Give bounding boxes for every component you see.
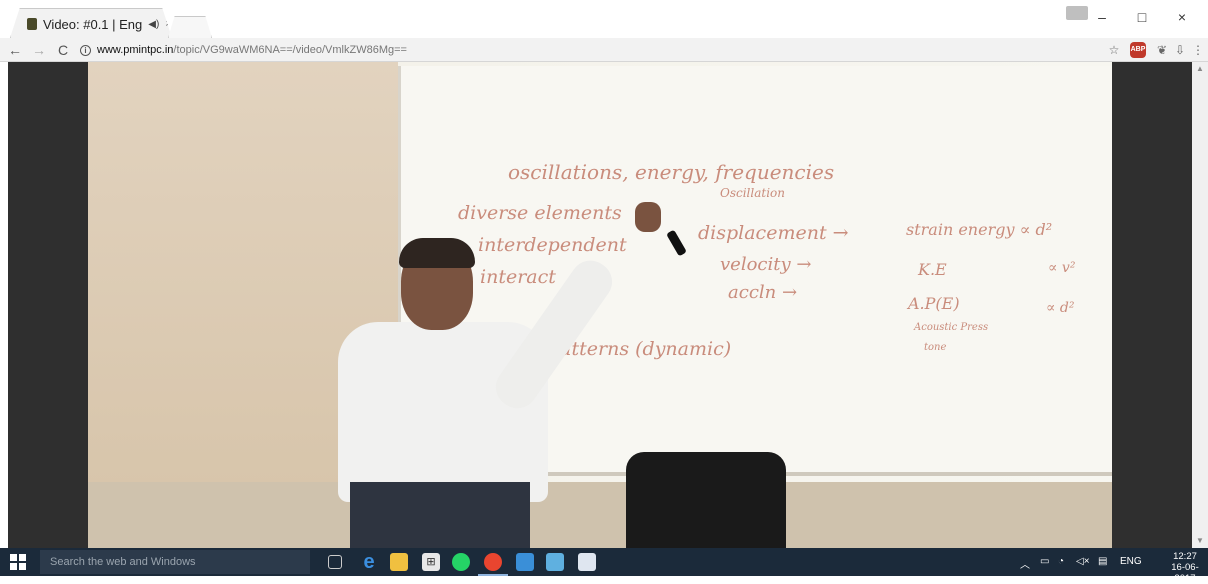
taskbar-search[interactable]: Search the web and Windows (40, 550, 310, 574)
file-explorer-icon[interactable] (390, 553, 408, 571)
wb-mid3: accln → (728, 282, 798, 303)
wb-line1: oscillations, energy, frequencies (508, 160, 835, 184)
url-host: www.pmintpc.in (97, 44, 174, 56)
new-tab-button[interactable] (168, 16, 212, 38)
mail-icon[interactable] (516, 553, 534, 571)
wb-right2: K.E (918, 260, 947, 279)
presenter-trousers (350, 482, 530, 548)
url-path: /topic/VG9waWM6NA==/video/VmlkZW86Mg== (173, 44, 407, 56)
download-extension-icon[interactable]: ⇩ (1172, 42, 1188, 58)
info-icon[interactable]: i (80, 44, 91, 56)
wifi-icon[interactable]: ◔ (1058, 556, 1064, 567)
whatsapp-icon[interactable] (452, 553, 470, 571)
wb-mid1: displacement → (698, 222, 849, 244)
url-bar[interactable]: i www.pmintpc.in/topic/VG9waWM6NA==/vide… (80, 41, 1100, 59)
wb-right2b: ∝ v² (1048, 260, 1076, 276)
adblock-icon[interactable]: ABP (1130, 42, 1146, 58)
volume-icon[interactable]: ◁× (1076, 556, 1090, 567)
windows-start-icon[interactable] (10, 554, 26, 570)
tab-close-icon[interactable]: × (165, 18, 171, 30)
notifications-icon[interactable]: ▤ (1098, 556, 1107, 567)
clock[interactable]: 12:27 16-06-2017 (1164, 551, 1206, 584)
store-icon[interactable]: ⊞ (422, 553, 440, 571)
browser-titlebar: Video: #0.1 | Eng ◀) × – □ × (0, 0, 1208, 38)
menu-icon[interactable]: ⋮ (1190, 42, 1206, 58)
close-button[interactable]: × (1162, 6, 1202, 28)
browser-tab[interactable]: Video: #0.1 | Eng ◀) × (10, 8, 172, 38)
clock-date: 16-06-2017 (1171, 562, 1199, 584)
lecture-scene: oscillations, energy, frequencies Oscill… (88, 62, 1112, 548)
address-toolbar: ← → C i www.pmintpc.in/topic/VG9waWM6NA=… (0, 38, 1208, 62)
tray-chevron-icon[interactable]: ︿ (1020, 556, 1030, 571)
calculator-icon[interactable] (578, 553, 596, 571)
taskbar: Search the web and Windows e ⊞ ︿ ▭ ◔ ◁× … (0, 548, 1208, 584)
video-player[interactable]: oscillations, energy, frequencies Oscill… (8, 62, 1192, 548)
extension-icon[interactable]: ❦ (1154, 42, 1170, 58)
scroll-up-icon[interactable]: ▲ (1192, 62, 1208, 76)
presenter-hand (635, 202, 661, 232)
chrome-icon[interactable] (478, 553, 508, 576)
maximize-button[interactable]: □ (1122, 6, 1162, 28)
presenter-hair (399, 238, 475, 268)
wb-right3: A.P(E) (908, 294, 960, 313)
task-view-icon[interactable] (328, 555, 342, 569)
forward-icon[interactable]: → (30, 41, 48, 59)
minimize-button[interactable]: – (1082, 6, 1122, 28)
floor (88, 482, 1112, 548)
video-letterbox-left (8, 62, 88, 548)
bookmark-star-icon[interactable]: ☆ (1106, 42, 1122, 58)
language-indicator[interactable]: ENG (1120, 556, 1142, 567)
battery-icon[interactable]: ▭ (1040, 556, 1049, 567)
page-scrollbar[interactable]: ▲ ▼ (1192, 62, 1208, 548)
clock-time: 12:27 (1173, 551, 1197, 562)
wb-right3b: ∝ d² (1046, 300, 1075, 316)
reload-icon[interactable]: C (54, 41, 72, 59)
wb-right1: strain energy ∝ d² (906, 220, 1053, 239)
wb-mid2: velocity → (720, 254, 812, 275)
video-letterbox-right (1112, 62, 1192, 548)
chair (626, 452, 786, 548)
wb-left1: diverse elements (458, 202, 622, 224)
wb-left3: interact (480, 266, 556, 288)
wb-left4: patterns (dynamic) (548, 338, 732, 360)
app-icon[interactable] (546, 553, 564, 571)
speaker-icon[interactable]: ◀) (148, 19, 159, 30)
tab-title: Video: #0.1 | Eng (43, 16, 143, 32)
edge-icon[interactable]: e (360, 552, 378, 572)
favicon-icon (27, 18, 37, 30)
wb-sub: Oscillation (720, 186, 785, 200)
back-icon[interactable]: ← (6, 41, 24, 59)
wb-right4: Acoustic Press (914, 322, 989, 333)
wb-right5: tone (924, 342, 947, 353)
page-content: oscillations, energy, frequencies Oscill… (0, 62, 1208, 548)
scroll-down-icon[interactable]: ▼ (1192, 534, 1208, 548)
wb-left2: interdependent (478, 234, 627, 256)
